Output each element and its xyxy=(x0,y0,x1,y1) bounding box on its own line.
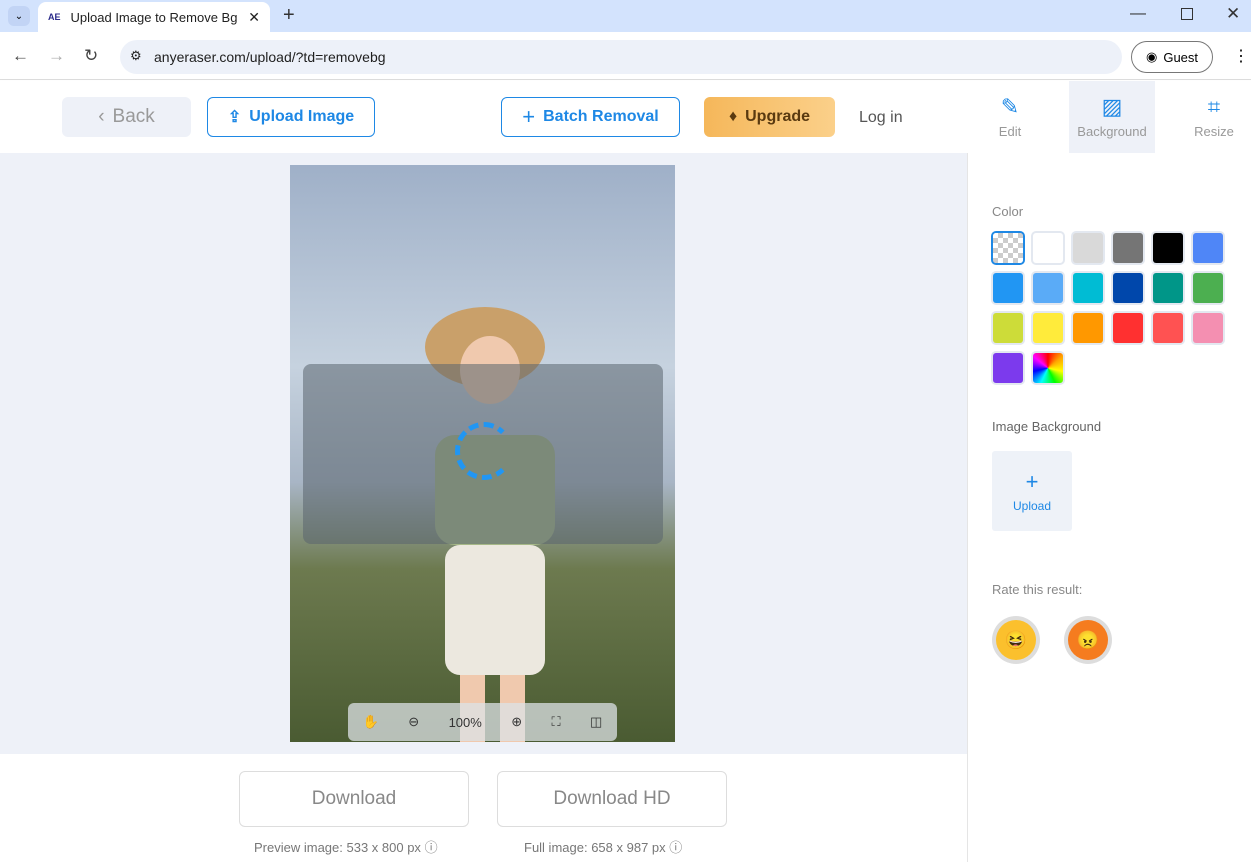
download-area xyxy=(0,754,967,862)
site-settings-icon[interactable]: ⚙ xyxy=(130,48,142,64)
color-swatch-ffffff[interactable] xyxy=(1033,233,1063,263)
full-caption-text: Full image: 658 x 987 px xyxy=(524,840,666,855)
angry-face-icon: 😠 xyxy=(1068,620,1108,660)
upload-bg-label: Upload xyxy=(1012,499,1052,513)
info-icon[interactable]: ⓘ xyxy=(425,840,438,855)
color-swatch-7c3aed[interactable] xyxy=(993,353,1023,383)
fit-screen-icon[interactable]: ⛶ xyxy=(552,714,561,730)
color-swatch-009688[interactable] xyxy=(1153,273,1183,303)
upload-icon: ⇪ xyxy=(227,109,242,126)
color-label: Color xyxy=(992,204,1024,219)
color-swatch-ffeb3b[interactable] xyxy=(1033,313,1063,343)
compare-icon[interactable]: ◫ xyxy=(590,714,602,730)
zoom-controls: ✋ ⊖ 100% ⊕ ⛶ ◫ xyxy=(348,703,617,741)
laughing-face-icon: 😆 xyxy=(996,620,1036,660)
back-label: Back xyxy=(112,106,155,127)
menu-icon[interactable]: ⋮ xyxy=(1233,46,1249,66)
favicon-icon: AE xyxy=(48,12,61,22)
diamond-icon: ♦ xyxy=(728,108,738,125)
upgrade-button[interactable]: ♦ Upgrade xyxy=(704,97,835,137)
color-swatch-000000[interactable] xyxy=(1153,233,1183,263)
profile-icon: ◉ xyxy=(1145,49,1158,64)
tool-edit[interactable]: ✎ Edit xyxy=(967,81,1053,153)
profile-button[interactable]: ◉ Guest xyxy=(1131,41,1213,73)
crop-icon: ⌗ xyxy=(1207,93,1221,119)
loading-spinner-icon xyxy=(455,422,513,480)
tool-label: Resize xyxy=(1194,123,1234,139)
color-swatch-4f86f7[interactable] xyxy=(1193,233,1223,263)
color-swatch-rainbow[interactable] xyxy=(1033,353,1063,383)
tool-label: Background xyxy=(1077,123,1147,139)
background-icon: ▨ xyxy=(1101,93,1123,119)
color-swatch-transparent[interactable] xyxy=(993,233,1023,263)
preview-caption-text: Preview image: 533 x 800 px xyxy=(254,840,421,855)
tool-resize[interactable]: ⌗ Resize xyxy=(1171,81,1251,153)
full-caption: Full image: 658 x 987 px ⓘ xyxy=(524,837,682,856)
back-nav-icon[interactable]: ← xyxy=(12,46,29,66)
info-icon[interactable]: ⓘ xyxy=(669,840,682,855)
color-swatch-2196f3[interactable] xyxy=(993,273,1023,303)
zoom-level: 100% xyxy=(448,714,482,730)
close-window-button[interactable]: ✕ xyxy=(1226,4,1240,24)
zoom-out-icon[interactable]: ⊖ xyxy=(408,714,419,730)
browser-tab[interactable]: AE Upload Image to Remove Bg ✕ xyxy=(38,2,270,32)
tool-label: Edit xyxy=(998,123,1022,139)
batch-label: Batch Removal xyxy=(543,108,659,125)
color-swatch-ff9800[interactable] xyxy=(1073,313,1103,343)
edit-icon: ✎ xyxy=(1000,93,1020,119)
color-swatch-f48fb1[interactable] xyxy=(1193,313,1223,343)
upload-label: Upload Image xyxy=(249,108,355,125)
new-tab-button[interactable]: + xyxy=(283,4,295,27)
download-button[interactable]: Download xyxy=(239,771,469,827)
image-background-label: Image Background xyxy=(992,419,1102,434)
hand-icon[interactable]: ✋ xyxy=(363,714,379,730)
minimize-button[interactable]: — xyxy=(1130,5,1146,23)
download-hd-button[interactable]: Download HD xyxy=(497,771,727,827)
profile-label: Guest xyxy=(1163,49,1199,65)
color-swatch-cddc39[interactable] xyxy=(993,313,1023,343)
rate-angry-button[interactable]: 😠 xyxy=(1064,616,1112,664)
color-swatch-00bcd4[interactable] xyxy=(1073,273,1103,303)
url-input[interactable]: ⚙ anyeraser.com/upload/?td=removebg xyxy=(120,40,1122,74)
close-tab-icon[interactable]: ✕ xyxy=(248,9,260,26)
upload-background-button[interactable]: + Upload xyxy=(992,451,1072,531)
tab-title: Upload Image to Remove Bg xyxy=(70,9,238,25)
color-swatch-d9d9d9[interactable] xyxy=(1073,233,1103,263)
upgrade-label: Upgrade xyxy=(745,108,811,125)
color-swatch-ff5252[interactable] xyxy=(1153,313,1183,343)
color-swatch-757575[interactable] xyxy=(1113,233,1143,263)
plus-icon: + xyxy=(522,104,536,129)
rate-happy-button[interactable]: 😆 xyxy=(992,616,1040,664)
maximize-button[interactable] xyxy=(1181,8,1193,20)
back-button[interactable]: ‹ Back xyxy=(62,97,191,137)
tab-list-button[interactable]: ⌄ xyxy=(8,6,30,26)
zoom-in-icon[interactable]: ⊕ xyxy=(511,714,522,730)
forward-nav-icon[interactable]: → xyxy=(48,46,65,66)
plus-icon: + xyxy=(1025,469,1039,494)
color-swatch-ff3030[interactable] xyxy=(1113,313,1143,343)
color-swatch-4caf50[interactable] xyxy=(1193,273,1223,303)
batch-removal-button[interactable]: + Batch Removal xyxy=(501,97,680,137)
rate-label: Rate this result: xyxy=(992,582,1083,597)
url-text: anyeraser.com/upload/?td=removebg xyxy=(154,49,386,65)
upload-image-button[interactable]: ⇪ Upload Image xyxy=(207,97,375,137)
color-swatch-5aabf7[interactable] xyxy=(1033,273,1063,303)
color-swatch-0047ab[interactable] xyxy=(1113,273,1143,303)
chevron-left-icon: ‹ xyxy=(98,106,105,127)
login-link[interactable]: Log in xyxy=(859,109,903,127)
preview-caption: Preview image: 533 x 800 px ⓘ xyxy=(254,837,438,856)
tool-background[interactable]: ▨ Background xyxy=(1069,81,1155,153)
reload-icon[interactable]: ↻ xyxy=(84,46,98,66)
